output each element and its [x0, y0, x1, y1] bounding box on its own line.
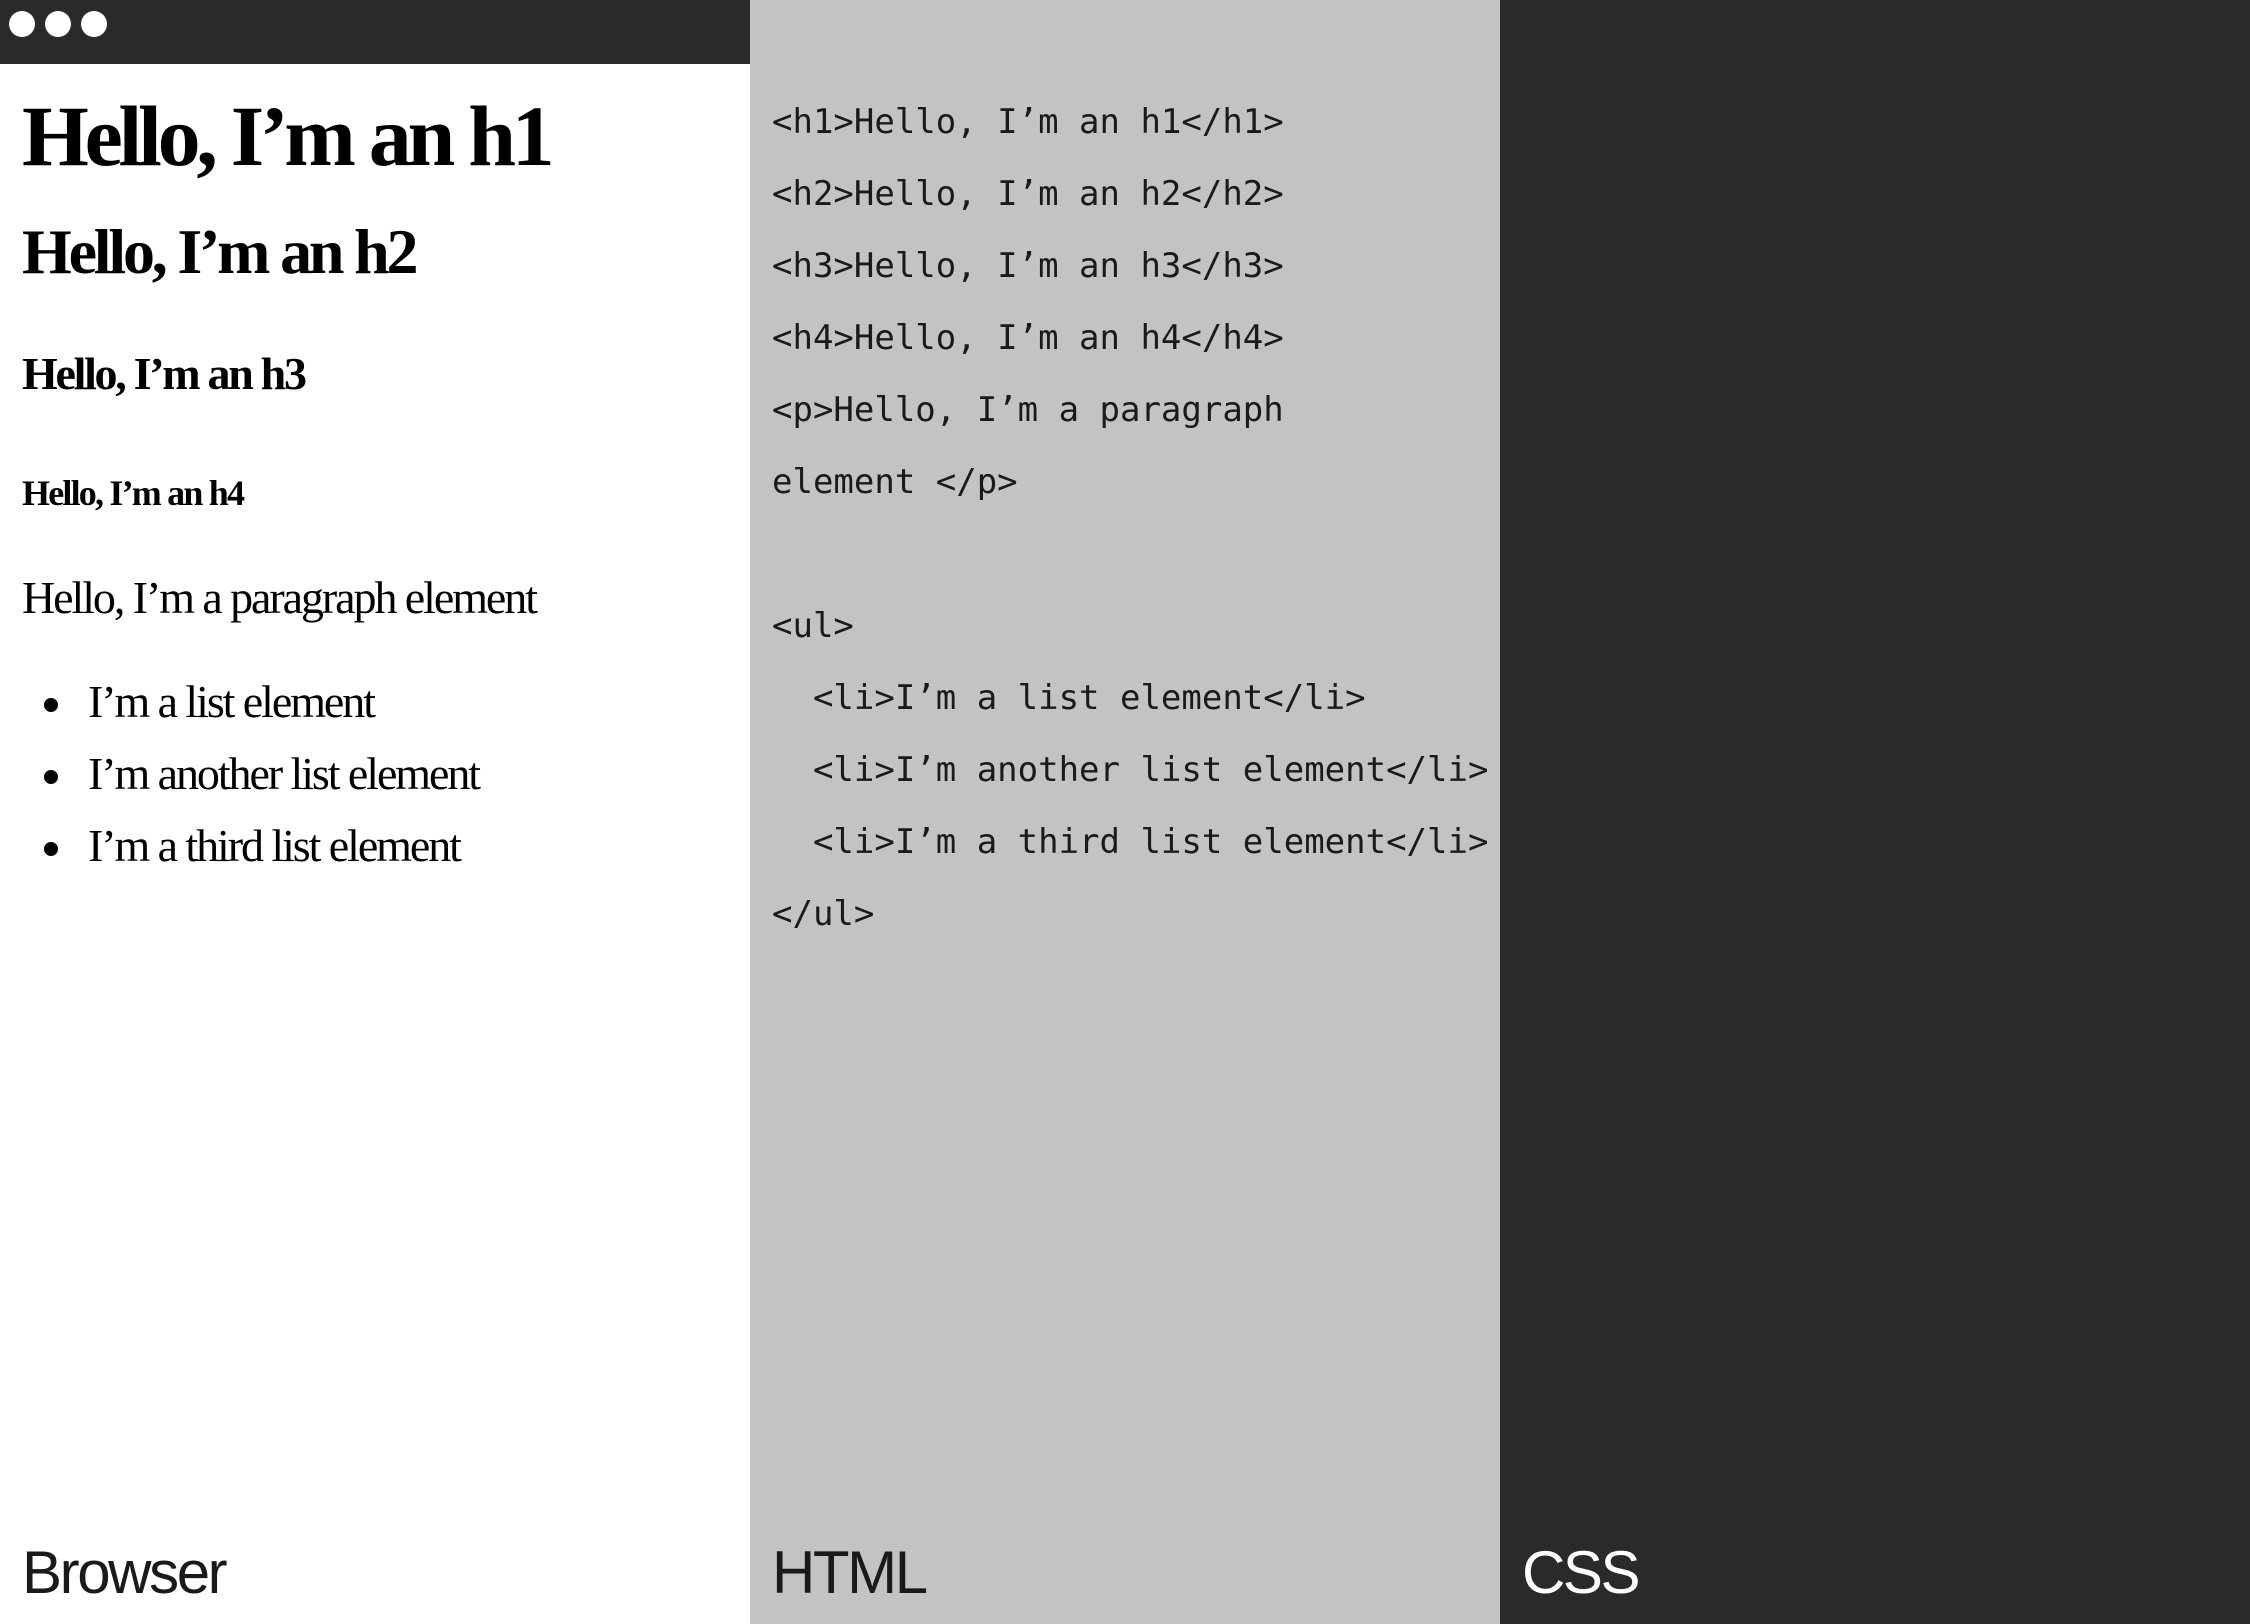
browser-panel: Hello, I’m an h1 Hello, I’m an h2 Hello,…	[0, 0, 750, 1624]
code-line: <h3>Hello, I’m an h3</h3>	[772, 246, 1284, 286]
window-dot-icon[interactable]	[45, 11, 71, 37]
code-line: </ul>	[772, 894, 875, 934]
html-panel: <h1>Hello, I’m an h1</h1> <h2>Hello, I’m…	[750, 0, 1500, 1624]
rendered-h4: Hello, I’m an h4	[22, 473, 245, 513]
code-line: <li>I’m a list element</li>	[772, 678, 1366, 718]
list-item-text: I’m a third list element	[88, 820, 462, 871]
window-dot-icon[interactable]	[9, 11, 35, 37]
browser-panel-label: Browser	[22, 1539, 228, 1606]
css-panel-label: CSS	[1522, 1539, 1641, 1606]
css-panel: CSS	[1500, 0, 2250, 1624]
html-code-block: <h1>Hello, I’m an h1</h1> <h2>Hello, I’m…	[772, 96, 1488, 960]
rendered-h2: Hello, I’m an h2	[22, 216, 418, 287]
list-item-text: I’m a list element	[88, 676, 376, 727]
rendered-paragraph: Hello, I’m a paragraph element	[22, 572, 538, 623]
code-line: <p>Hello, I’m a paragraph	[772, 390, 1284, 430]
bullet-icon	[44, 770, 58, 784]
rendered-h3: Hello, I’m an h3	[22, 348, 307, 399]
list-item-text: I’m another list element	[88, 748, 481, 799]
html-panel-label: HTML	[772, 1539, 928, 1606]
window-dot-icon[interactable]	[81, 11, 107, 37]
code-line: <h2>Hello, I’m an h2</h2>	[772, 174, 1284, 214]
code-line: <h4>Hello, I’m an h4</h4>	[772, 318, 1284, 358]
code-line: <ul>	[772, 606, 854, 646]
rendered-h1: Hello, I’m an h1	[22, 88, 555, 184]
code-line: <li>I’m a third list element</li>	[772, 822, 1489, 862]
code-line: <h1>Hello, I’m an h1</h1>	[772, 102, 1284, 142]
bullet-icon	[44, 698, 58, 712]
code-line: <li>I’m another list element</li>	[772, 750, 1489, 790]
bullet-icon	[44, 842, 58, 856]
browser-titlebar	[0, 0, 750, 64]
code-line: element </p>	[772, 462, 1018, 502]
